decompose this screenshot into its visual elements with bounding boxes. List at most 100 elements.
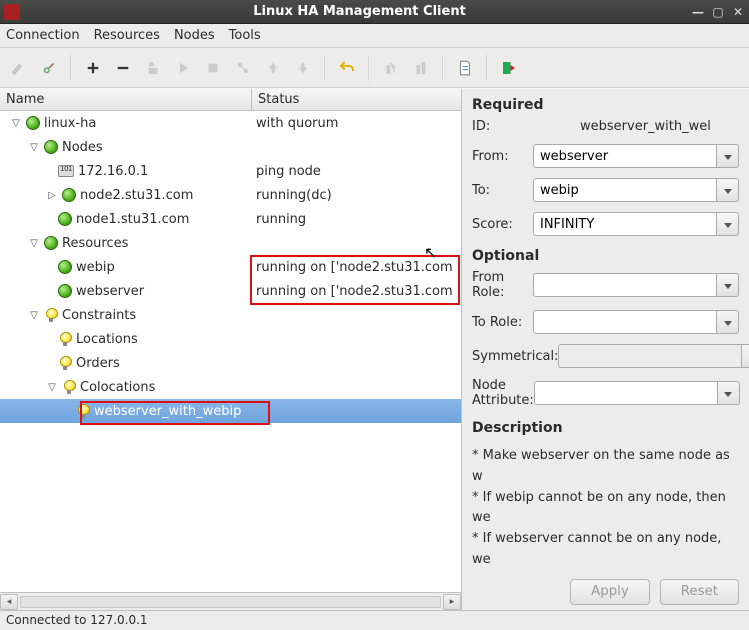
menu-nodes[interactable]: Nodes (174, 28, 215, 43)
add-icon[interactable] (80, 55, 106, 81)
symmetrical-input[interactable] (558, 344, 742, 368)
properties-panel: Required ID:webserver_with_wel From: To:… (462, 89, 749, 610)
dropdown-button[interactable] (717, 178, 739, 202)
bulb-icon (62, 380, 76, 394)
dropdown-button[interactable] (717, 212, 739, 236)
apply-button[interactable]: Apply (570, 579, 650, 605)
chevron-down-icon (724, 149, 732, 164)
col-name[interactable]: Name (0, 89, 252, 110)
expander-icon[interactable]: ▷ (46, 189, 58, 201)
chip-icon (58, 165, 74, 177)
remove-icon[interactable] (110, 55, 136, 81)
tree-row-colocation-item[interactable]: webserver_with_webip (0, 399, 461, 423)
stop-icon[interactable] (200, 55, 226, 81)
scroll-track[interactable] (20, 596, 441, 608)
expander-icon[interactable]: ▽ (28, 309, 40, 321)
expander-icon[interactable]: ▽ (10, 117, 22, 129)
expander-icon[interactable]: ▽ (46, 381, 58, 393)
col-status[interactable]: Status (252, 89, 461, 110)
to-role-input[interactable] (533, 310, 717, 334)
window-title: Linux HA Management Client (28, 4, 691, 19)
active-icon[interactable] (408, 55, 434, 81)
status-green-icon (44, 236, 58, 250)
menu-resources[interactable]: Resources (94, 28, 160, 43)
to-combo[interactable] (533, 178, 739, 202)
to-input[interactable] (533, 178, 717, 202)
scroll-right-button[interactable]: ▸ (443, 594, 461, 610)
menu-connection[interactable]: Connection (6, 28, 80, 43)
expander-icon[interactable]: ▽ (28, 237, 40, 249)
tree-row-locations[interactable]: Locations (0, 327, 461, 351)
tree-view[interactable]: ▽linux-ha with quorum ▽Nodes 172.16.0.1 … (0, 111, 461, 592)
node-attr-input[interactable] (534, 381, 718, 405)
chevron-down-icon (724, 217, 732, 232)
column-headers: Name Status (0, 89, 461, 111)
tree-row-constraints[interactable]: ▽Constraints (0, 303, 461, 327)
down-icon[interactable] (290, 55, 316, 81)
undo-icon[interactable] (334, 55, 360, 81)
scroll-left-button[interactable]: ◂ (0, 594, 18, 610)
desc-line: * If webserver cannot be on any node, we (472, 529, 739, 571)
score-combo[interactable] (533, 212, 739, 236)
maximize-button[interactable]: ▢ (711, 5, 725, 19)
close-button[interactable]: ✕ (731, 5, 745, 19)
tree-row-nodes[interactable]: ▽Nodes (0, 135, 461, 159)
bulb-icon (58, 356, 72, 370)
from-role-input[interactable] (533, 273, 717, 297)
symmetrical-combo[interactable] (558, 344, 749, 368)
document-icon[interactable] (452, 55, 478, 81)
description-text: * Make webserver on the same node as w *… (472, 446, 739, 571)
reset-button[interactable]: Reset (660, 579, 739, 605)
status-green-icon (44, 140, 58, 154)
score-input[interactable] (533, 212, 717, 236)
tree-row-resource[interactable]: webserver running on ['node2.stu31.com (0, 279, 461, 303)
start-icon[interactable] (170, 55, 196, 81)
tree-status: running(dc) (252, 188, 461, 203)
exit-icon[interactable] (496, 55, 522, 81)
to-role-combo[interactable] (533, 310, 739, 334)
bulb-icon (76, 404, 90, 418)
dropdown-button[interactable] (717, 273, 739, 297)
up-icon[interactable] (260, 55, 286, 81)
tree-row-node[interactable]: node1.stu31.com running (0, 207, 461, 231)
tree-row-colocations[interactable]: ▽Colocations (0, 375, 461, 399)
cleanup-icon[interactable] (140, 55, 166, 81)
minimize-button[interactable]: — (691, 5, 705, 19)
dropdown-button[interactable] (717, 310, 739, 334)
section-description: Description (472, 420, 739, 436)
migrate-icon[interactable] (230, 55, 256, 81)
tree-label: webserver (76, 284, 144, 299)
tree-row-resource[interactable]: webip running on ['node2.stu31.com (0, 255, 461, 279)
label-to: To: (472, 183, 533, 198)
status-green-icon (58, 212, 72, 226)
from-role-combo[interactable] (533, 273, 739, 297)
from-input[interactable] (533, 144, 717, 168)
from-combo[interactable] (533, 144, 739, 168)
tree-row-node[interactable]: 172.16.0.1 ping node (0, 159, 461, 183)
tree-panel: Name Status ▽linux-ha with quorum ▽Nodes… (0, 89, 462, 610)
tree-status: with quorum (252, 116, 461, 131)
tree-row-resources[interactable]: ▽Resources (0, 231, 461, 255)
label-to-role: To Role: (472, 315, 533, 330)
disconnect-icon[interactable] (36, 55, 62, 81)
expander-icon[interactable]: ▽ (28, 141, 40, 153)
standby-icon[interactable] (378, 55, 404, 81)
tree-status: running (252, 212, 461, 227)
tree-row-orders[interactable]: Orders (0, 351, 461, 375)
tree-row-node[interactable]: ▷node2.stu31.com running(dc) (0, 183, 461, 207)
bulb-icon (58, 332, 72, 346)
label-node-attr: Node Attribute: (472, 378, 534, 408)
tree-status: ping node (252, 164, 461, 179)
bulb-icon (44, 308, 58, 322)
status-green-icon (58, 260, 72, 274)
horizontal-scrollbar[interactable]: ◂ ▸ (0, 592, 461, 610)
label-id: ID: (472, 119, 580, 134)
dropdown-button[interactable] (742, 344, 749, 368)
dropdown-button[interactable] (717, 144, 739, 168)
menu-tools[interactable]: Tools (229, 28, 261, 43)
tree-row-root[interactable]: ▽linux-ha with quorum (0, 111, 461, 135)
status-green-icon (62, 188, 76, 202)
node-attr-combo[interactable] (534, 381, 740, 405)
connect-icon[interactable] (6, 55, 32, 81)
dropdown-button[interactable] (718, 381, 740, 405)
